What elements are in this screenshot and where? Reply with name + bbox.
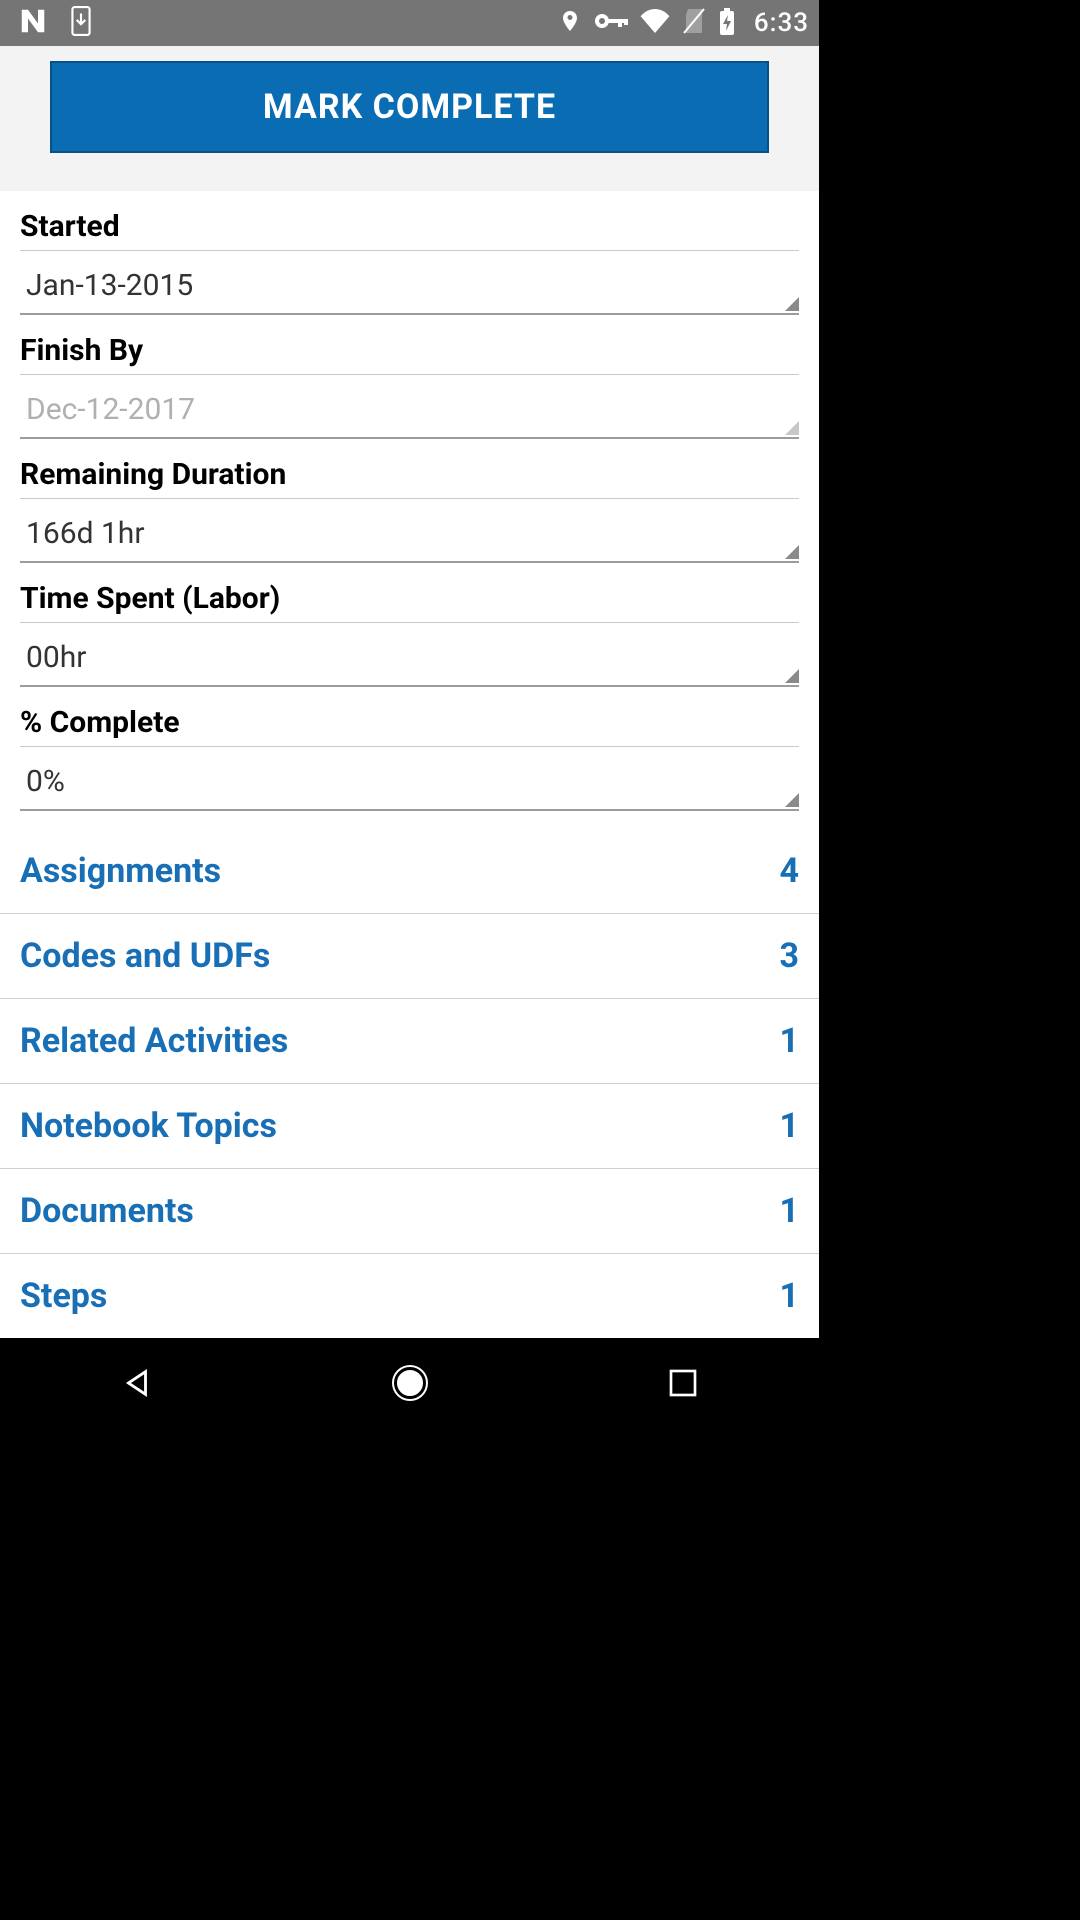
started-select[interactable]: Jan-13-2015 — [20, 259, 799, 315]
started-label: Started — [20, 209, 799, 250]
finish-by-select[interactable]: Dec-12-2017 — [20, 383, 799, 439]
link-count: 4 — [779, 851, 799, 891]
download-notification-icon — [68, 6, 94, 40]
status-left-icons — [18, 6, 94, 40]
key-icon — [594, 11, 628, 35]
dropdown-caret-icon — [785, 421, 799, 435]
link-documents[interactable]: Documents 1 — [0, 1169, 819, 1254]
field-finish-by: Finish By Dec-12-2017 — [20, 333, 799, 439]
started-value: Jan-13-2015 — [26, 268, 193, 303]
link-count: 1 — [779, 1021, 799, 1061]
field-time-spent: Time Spent (Labor) 00hr — [20, 581, 799, 687]
link-label: Documents — [20, 1191, 194, 1231]
recent-apps-button[interactable] — [661, 1361, 705, 1405]
form-area: Started Jan-13-2015 Finish By Dec-12-201… — [0, 191, 819, 829]
content-area: MARK COMPLETE Started Jan-13-2015 Finish… — [0, 46, 819, 1338]
divider — [20, 374, 799, 375]
link-count: 3 — [779, 936, 799, 976]
percent-complete-label: % Complete — [20, 705, 799, 746]
status-time: 6:33 — [754, 8, 809, 38]
link-label: Codes and UDFs — [20, 936, 270, 976]
mark-complete-button[interactable]: MARK COMPLETE — [50, 61, 769, 153]
header-area: MARK COMPLETE — [0, 46, 819, 191]
link-label: Assignments — [20, 851, 221, 891]
divider — [20, 622, 799, 623]
percent-complete-value: 0% — [26, 764, 65, 799]
n-icon — [18, 6, 48, 40]
battery-charging-icon — [718, 7, 736, 39]
back-button[interactable] — [115, 1361, 159, 1405]
remaining-duration-label: Remaining Duration — [20, 457, 799, 498]
link-count: 1 — [779, 1191, 799, 1231]
finish-by-value: Dec-12-2017 — [26, 392, 195, 427]
link-steps[interactable]: Steps 1 — [0, 1254, 819, 1338]
remaining-duration-select[interactable]: 166d 1hr — [20, 507, 799, 563]
link-label: Related Activities — [20, 1021, 288, 1061]
link-count: 1 — [779, 1276, 799, 1316]
location-icon — [558, 7, 582, 39]
status-bar: 6:33 — [0, 0, 819, 46]
home-button[interactable] — [388, 1361, 432, 1405]
link-notebook-topics[interactable]: Notebook Topics 1 — [0, 1084, 819, 1169]
dropdown-caret-icon — [785, 793, 799, 807]
divider — [20, 498, 799, 499]
field-percent-complete: % Complete 0% — [20, 705, 799, 811]
dropdown-caret-icon — [785, 545, 799, 559]
divider — [20, 250, 799, 251]
link-label: Notebook Topics — [20, 1106, 277, 1146]
field-remaining-duration: Remaining Duration 166d 1hr — [20, 457, 799, 563]
divider — [20, 746, 799, 747]
time-spent-value: 00hr — [26, 640, 86, 675]
remaining-duration-value: 166d 1hr — [26, 516, 145, 551]
mark-complete-label: MARK COMPLETE — [263, 87, 556, 127]
wifi-icon — [640, 9, 670, 37]
link-codes-udfs[interactable]: Codes and UDFs 3 — [0, 914, 819, 999]
percent-complete-select[interactable]: 0% — [20, 755, 799, 811]
dropdown-caret-icon — [785, 669, 799, 683]
link-label: Steps — [20, 1276, 107, 1316]
time-spent-label: Time Spent (Labor) — [20, 581, 799, 622]
field-started: Started Jan-13-2015 — [20, 209, 799, 315]
dropdown-caret-icon — [785, 297, 799, 311]
navigation-bar — [0, 1338, 819, 1428]
time-spent-select[interactable]: 00hr — [20, 631, 799, 687]
link-assignments[interactable]: Assignments 4 — [0, 829, 819, 914]
link-related-activities[interactable]: Related Activities 1 — [0, 999, 819, 1084]
status-right-icons: 6:33 — [558, 7, 809, 39]
finish-by-label: Finish By — [20, 333, 799, 374]
link-count: 1 — [779, 1106, 799, 1146]
link-list: Assignments 4 Codes and UDFs 3 Related A… — [0, 829, 819, 1338]
sim-off-icon — [682, 7, 706, 39]
